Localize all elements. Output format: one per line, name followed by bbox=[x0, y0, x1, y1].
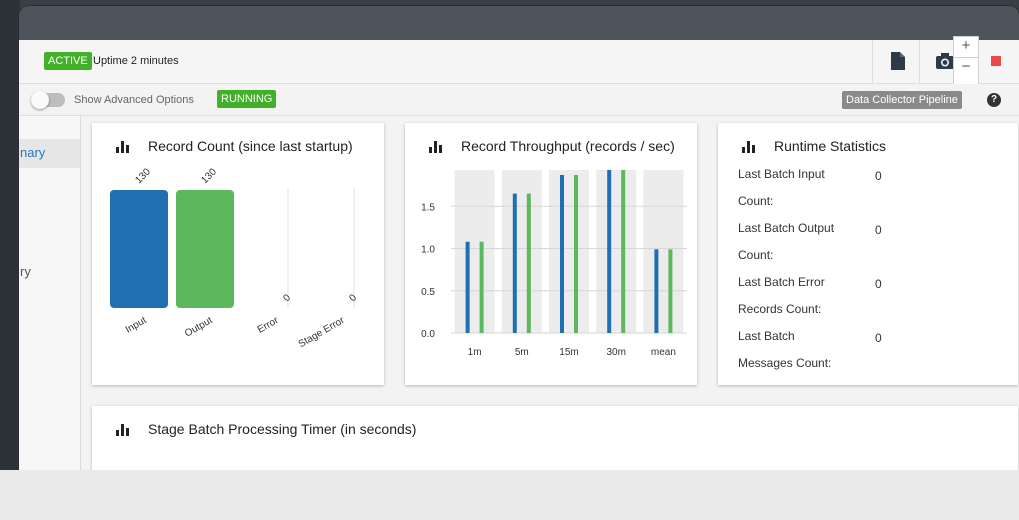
pipeline-name-badge[interactable]: Data Collector Pipeline bbox=[842, 91, 962, 109]
summary-content: Record Count (since last startup) 130 Inp… bbox=[81, 116, 1019, 476]
record-count-chart: 130Input130Output0Error0Stage Error bbox=[110, 166, 359, 350]
stat-label: Count: bbox=[738, 248, 774, 262]
bar-15m bbox=[574, 174, 578, 333]
x-tick-label: 5m bbox=[515, 347, 529, 358]
record-count-card: Record Count (since last startup) 130 Inp… bbox=[92, 123, 384, 385]
y-tick-label: 0.0 bbox=[421, 329, 435, 340]
sidebar-item-label: nary bbox=[20, 145, 46, 160]
bar-5m bbox=[526, 193, 531, 333]
running-status-badge: RUNNING bbox=[217, 90, 277, 108]
bar-chart-icon bbox=[742, 141, 756, 153]
advanced-options-toggle[interactable] bbox=[31, 91, 65, 109]
window-titlebar bbox=[19, 6, 1019, 40]
stat-label: Messages Count: bbox=[738, 356, 832, 370]
category-label: Error bbox=[256, 315, 281, 336]
top-toolbar: ACTIVE Uptime 2 minutes + − bbox=[19, 36, 1019, 86]
category-band bbox=[501, 170, 542, 333]
stat-value: 0 bbox=[875, 223, 882, 237]
y-tick-label: 1.0 bbox=[421, 245, 435, 256]
card-title: Stage Batch Processing Timer (in seconds… bbox=[148, 421, 417, 437]
toolbar-divider bbox=[872, 40, 873, 83]
category-band bbox=[454, 170, 495, 333]
stat-label: Count: bbox=[738, 194, 774, 208]
bar-5m bbox=[512, 193, 517, 333]
data-label: 130 bbox=[199, 166, 219, 186]
x-tick-label: 30m bbox=[606, 347, 625, 358]
runtime-statistics-card: Runtime Statistics Last Batch Input Coun… bbox=[718, 123, 1018, 385]
bar-1m bbox=[479, 241, 484, 333]
stage-timer-card: Stage Batch Processing Timer (in seconds… bbox=[92, 406, 1018, 476]
bar-input bbox=[110, 190, 168, 308]
zoom-control: + − bbox=[953, 36, 979, 86]
bar-mean bbox=[654, 249, 659, 333]
stat-label: Records Count: bbox=[738, 302, 822, 316]
stat-value: 0 bbox=[875, 277, 882, 291]
toolbar-divider bbox=[919, 40, 920, 83]
sidebar-item-label: ry bbox=[20, 264, 31, 279]
stat-label: Last Batch Input bbox=[738, 167, 825, 181]
app-body: ACTIVE Uptime 2 minutes + − Show Advance… bbox=[19, 36, 1019, 476]
bar-30m bbox=[621, 169, 626, 333]
card-title: Runtime Statistics bbox=[774, 138, 887, 154]
data-label: 130 bbox=[133, 166, 153, 186]
y-tick-label: 1.5 bbox=[421, 202, 435, 213]
bar-chart-icon bbox=[116, 424, 130, 436]
uptime-text: Uptime 2 minutes bbox=[93, 55, 179, 67]
category-label: Output bbox=[183, 315, 215, 340]
x-tick-label: 1m bbox=[468, 347, 482, 358]
app-window: ACTIVE Uptime 2 minutes + − Show Advance… bbox=[19, 6, 1019, 476]
bar-output bbox=[176, 190, 234, 308]
category-label: Input bbox=[124, 315, 149, 336]
bar-1m bbox=[465, 241, 470, 333]
sidebar-item-history[interactable]: ry bbox=[19, 261, 80, 283]
document-icon[interactable] bbox=[887, 50, 909, 72]
bar-30m bbox=[607, 169, 612, 333]
stat-label: Last Batch Output bbox=[738, 221, 835, 235]
stat-label: Last Batch Error bbox=[738, 275, 825, 289]
pipeline-subbar: Show Advanced Options RUNNING Data Colle… bbox=[19, 84, 1019, 116]
advanced-options-label: Show Advanced Options bbox=[74, 94, 194, 106]
throughput-card: Record Throughput (records / sec) 0.0 0.5… bbox=[405, 123, 697, 385]
throughput-chart: 0.0 0.5 1.0 1.5 1m 5m 15m 30m mean bbox=[421, 169, 687, 358]
zoom-in-button[interactable]: + bbox=[954, 37, 978, 55]
bar-15m bbox=[560, 174, 564, 333]
active-status-badge: ACTIVE bbox=[44, 52, 92, 70]
y-tick-label: 0.5 bbox=[421, 287, 435, 298]
x-tick-label: mean bbox=[651, 347, 676, 358]
category-label: Stage Error bbox=[297, 315, 347, 350]
data-label: 0 bbox=[281, 292, 293, 304]
stat-value: 0 bbox=[875, 331, 882, 345]
bottom-shadow-area bbox=[0, 470, 1019, 520]
summary-sidebar: nary ry bbox=[19, 116, 81, 476]
data-label: 0 bbox=[347, 292, 359, 304]
x-tick-label: 15m bbox=[559, 347, 578, 358]
zoom-out-button[interactable]: − bbox=[954, 57, 978, 76]
stop-pipeline-button[interactable] bbox=[991, 56, 1001, 66]
stat-value: 0 bbox=[875, 169, 882, 183]
category-band bbox=[596, 170, 637, 333]
desktop-background bbox=[0, 0, 20, 520]
stat-label: Last Batch bbox=[738, 329, 795, 343]
help-icon[interactable]: ? bbox=[987, 93, 1001, 107]
bar-mean bbox=[668, 249, 673, 333]
sidebar-item-summary[interactable]: nary bbox=[19, 139, 80, 168]
toggle-knob bbox=[31, 91, 49, 109]
category-band bbox=[643, 170, 684, 333]
category-band bbox=[549, 170, 589, 333]
